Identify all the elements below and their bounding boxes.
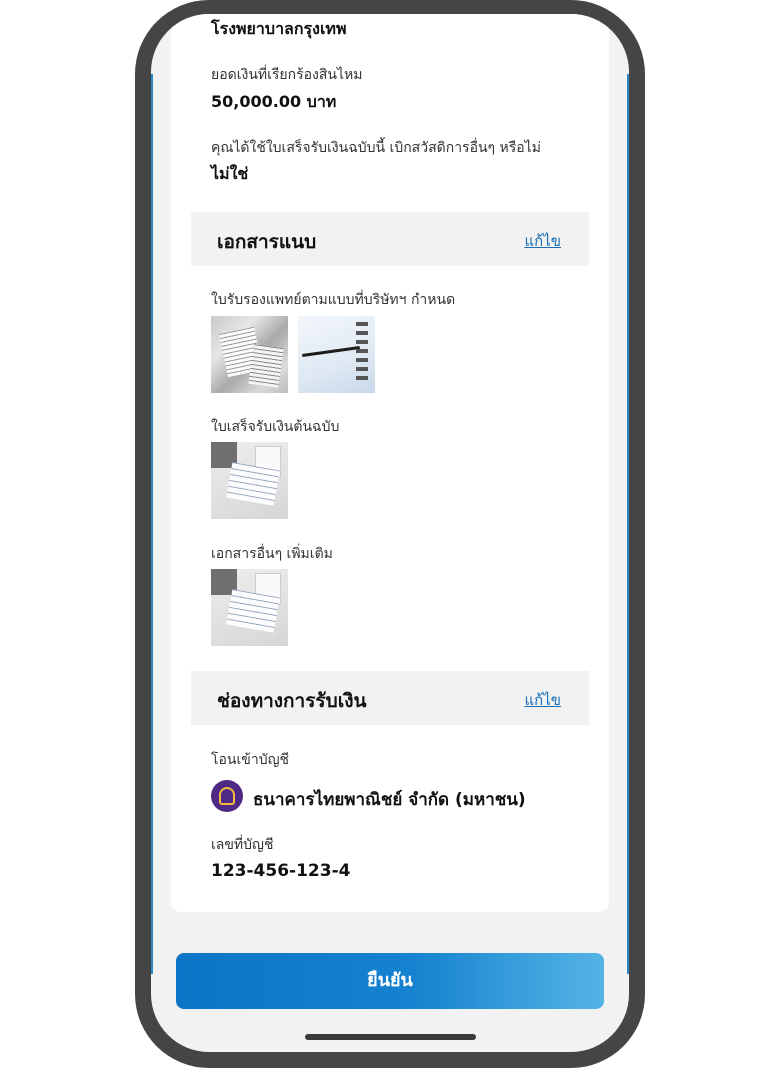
original-receipt-label: ใบเสร็จรับเงินต้นฉบับ: [211, 419, 340, 435]
bank-name: ธนาคารไทยพาณิชย์ จำกัด (มหาชน): [253, 790, 526, 810]
medical-certificate-thumbnail-1[interactable]: [211, 316, 288, 393]
other-documents-thumbnail[interactable]: [211, 569, 288, 646]
other-documents-label: เอกสารอื่นๆ เพิ่มเติม: [211, 546, 333, 562]
reuse-question: คุณได้ใช้ใบเสร็จรับเงินฉบับนี้ เบิกสวัสด…: [211, 140, 541, 156]
attachments-section-header: เอกสารแนบ แก้ไข: [191, 212, 589, 266]
claim-summary-card: โรงพยาบาลกรุงเทพ ยอดเงินที่เรียกร้องสินไ…: [171, 14, 609, 912]
reuse-answer: ไม่ใช่: [211, 164, 249, 183]
original-receipt-thumbnail[interactable]: [211, 442, 288, 519]
receipt-shape: [255, 573, 281, 605]
payment-title: ช่องทางการรับเงิน: [217, 690, 367, 712]
payment-method-label: โอนเข้าบัญชี: [211, 752, 290, 768]
account-number-label: เลขที่บัญชี: [211, 837, 274, 853]
app-screen: โรงพยาบาลกรุงเทพ ยอดเงินที่เรียกร้องสินไ…: [151, 14, 629, 1052]
screen-edge-right: [627, 74, 629, 974]
receipt-shape: [255, 446, 281, 478]
screen-edge-left: [151, 74, 153, 974]
claim-amount-label: ยอดเงินที่เรียกร้องสินไหม: [211, 67, 363, 83]
hospital-name: โรงพยาบาลกรุงเทพ: [211, 19, 347, 38]
claim-amount-value: 50,000.00 บาท: [211, 92, 337, 111]
scb-bank-logo-icon: [211, 780, 243, 812]
payment-section-header: ช่องทางการรับเงิน แก้ไข: [191, 671, 589, 725]
payment-edit-link[interactable]: แก้ไข: [524, 688, 561, 712]
attachments-title: เอกสารแนบ: [217, 231, 317, 253]
confirm-button[interactable]: ยืนยัน: [176, 953, 604, 1009]
medical-certificate-label: ใบรับรองแพทย์ตามแบบที่บริษัทฯ กำหนด: [211, 292, 456, 308]
home-indicator: [305, 1034, 476, 1040]
medical-certificate-thumbnail-2[interactable]: [298, 316, 375, 393]
account-number-value: 123-456-123-4: [211, 861, 351, 881]
attachments-edit-link[interactable]: แก้ไข: [524, 229, 561, 253]
